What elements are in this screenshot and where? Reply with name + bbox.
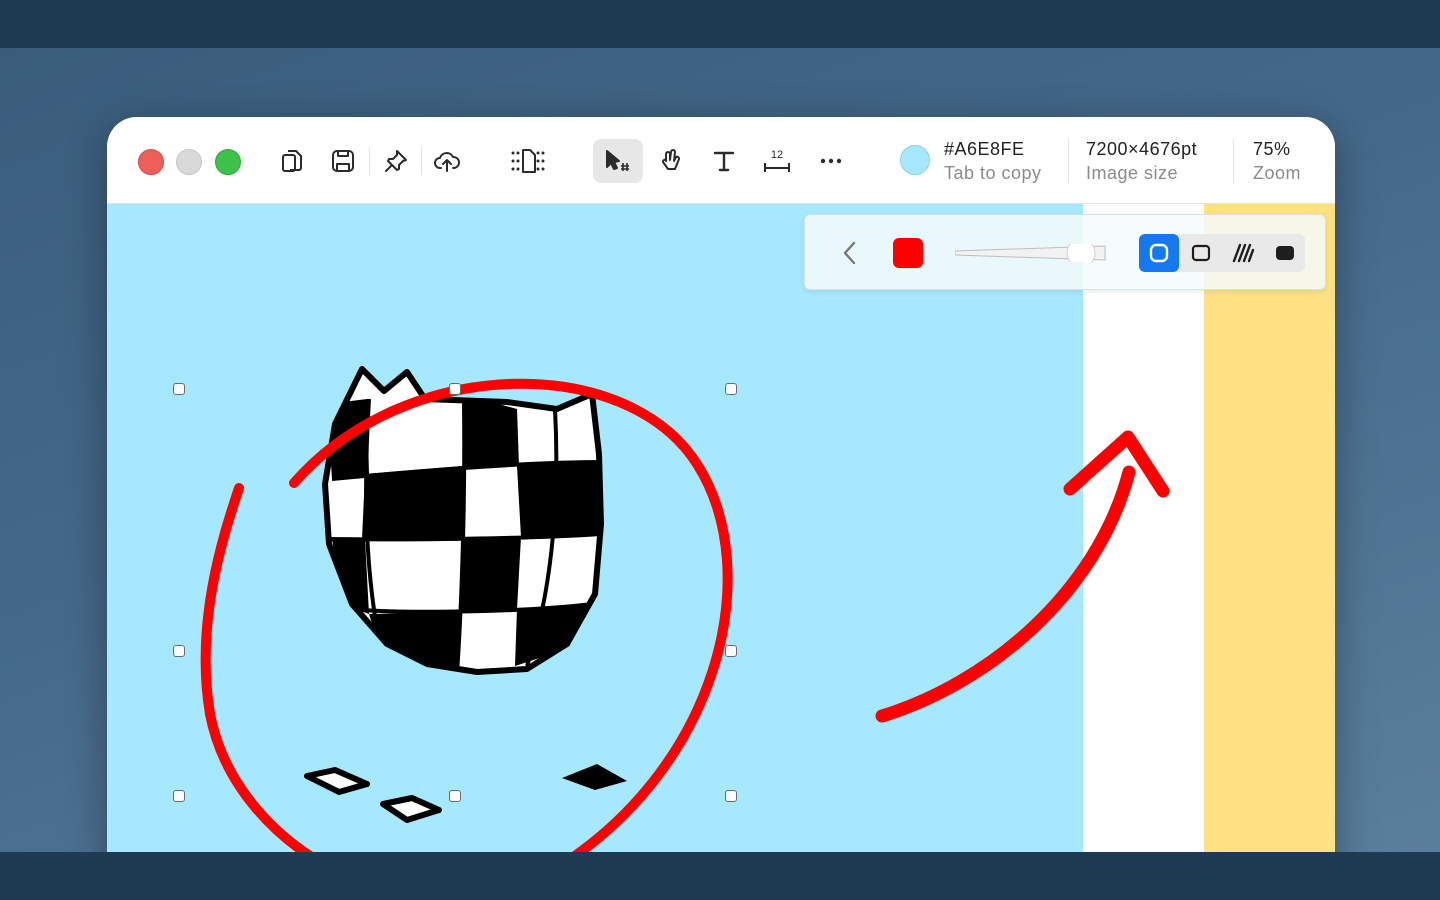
color-swatch[interactable]: [900, 145, 930, 175]
selection-handle-top-right[interactable]: [725, 383, 737, 395]
selection-handle-top-left[interactable]: [173, 383, 185, 395]
svg-text:12: 12: [771, 149, 783, 161]
measure-tool-icon: 12: [764, 149, 790, 172]
outline-rounded-icon: [1149, 243, 1169, 263]
zoom-info[interactable]: 75% Zoom: [1253, 137, 1301, 185]
red-arrowhead-annotation: [1063, 430, 1170, 498]
toolbar: 12 #A6E8FE Tab to copy 7200×4676pt Image…: [107, 117, 1335, 204]
selection-handle-left[interactable]: [173, 645, 185, 657]
filled-icon: [1276, 246, 1294, 260]
hand-pan-icon: [662, 149, 680, 170]
toolbar-divider: [421, 147, 422, 175]
save-icon: [332, 150, 354, 172]
style-filled-button[interactable]: [1265, 234, 1305, 272]
save-button[interactable]: [321, 139, 365, 183]
hand-tool-button[interactable]: [649, 139, 693, 183]
zoom-value: 75%: [1253, 139, 1291, 159]
style-hatched-button[interactable]: [1223, 234, 1263, 272]
canvas-artwork: [200, 366, 1170, 852]
annotation-toolbar: [804, 214, 1326, 290]
cloud-upload-icon: [434, 152, 460, 172]
text-tool-icon: [713, 151, 735, 172]
desktop-background: 12 #A6E8FE Tab to copy 7200×4676pt Image…: [0, 48, 1440, 852]
stroke-color-button[interactable]: [893, 238, 923, 268]
zoom-label: Zoom: [1253, 163, 1302, 183]
copy-button[interactable]: [270, 139, 314, 183]
hatched-icon: [1232, 243, 1255, 263]
more-button[interactable]: [809, 139, 853, 183]
upload-button[interactable]: [425, 139, 469, 183]
text-tool-button[interactable]: [702, 139, 746, 183]
more-icon: [820, 158, 842, 164]
toolbar-divider: [1233, 139, 1234, 183]
image-canvas[interactable]: [107, 204, 1335, 852]
selection-handle-bottom-right[interactable]: [725, 790, 737, 802]
window-minimize-button[interactable]: [176, 149, 202, 175]
annotation-back-button[interactable]: [835, 238, 865, 268]
select-tool-icon: [606, 150, 629, 171]
toolbar-divider: [1068, 139, 1069, 183]
red-arrow-annotation: [875, 465, 1136, 723]
pin-button[interactable]: [374, 139, 418, 183]
image-size-label: Image size: [1086, 163, 1179, 183]
window-zoom-button[interactable]: [215, 149, 241, 175]
toolbar-divider: [369, 147, 370, 175]
fit-page-icon: [511, 149, 545, 173]
pin-icon: [385, 150, 407, 172]
shape-style-selector: [1139, 234, 1305, 272]
selection-handle-bottom[interactable]: [449, 790, 461, 802]
style-outline-square-button[interactable]: [1181, 234, 1221, 272]
selection-handle-bottom-left[interactable]: [173, 790, 185, 802]
color-info[interactable]: #A6E8FE Tab to copy: [944, 137, 1042, 185]
window-close-button[interactable]: [138, 149, 164, 175]
bottom-backdrop-bar: [0, 852, 1440, 900]
outline-square-icon: [1191, 244, 1211, 262]
image-size-value: 7200×4676pt: [1086, 139, 1198, 159]
select-tool-button[interactable]: [593, 139, 643, 183]
selection-handle-right[interactable]: [725, 645, 737, 657]
app-window: 12 #A6E8FE Tab to copy 7200×4676pt Image…: [107, 117, 1335, 852]
style-outline-rounded-button[interactable]: [1139, 234, 1179, 272]
copy-icon: [282, 150, 302, 172]
color-hint: Tab to copy: [944, 163, 1042, 183]
color-hex-value: #A6E8FE: [944, 139, 1025, 159]
stroke-width-slider[interactable]: [955, 244, 1109, 262]
slider-thumb[interactable]: [1066, 244, 1096, 262]
measure-tool-button[interactable]: 12: [755, 139, 799, 183]
image-size-info: 7200×4676pt Image size: [1086, 137, 1197, 185]
chevron-left-icon: [843, 241, 856, 265]
fit-page-button[interactable]: [503, 139, 553, 183]
selection-handle-top[interactable]: [449, 383, 461, 395]
